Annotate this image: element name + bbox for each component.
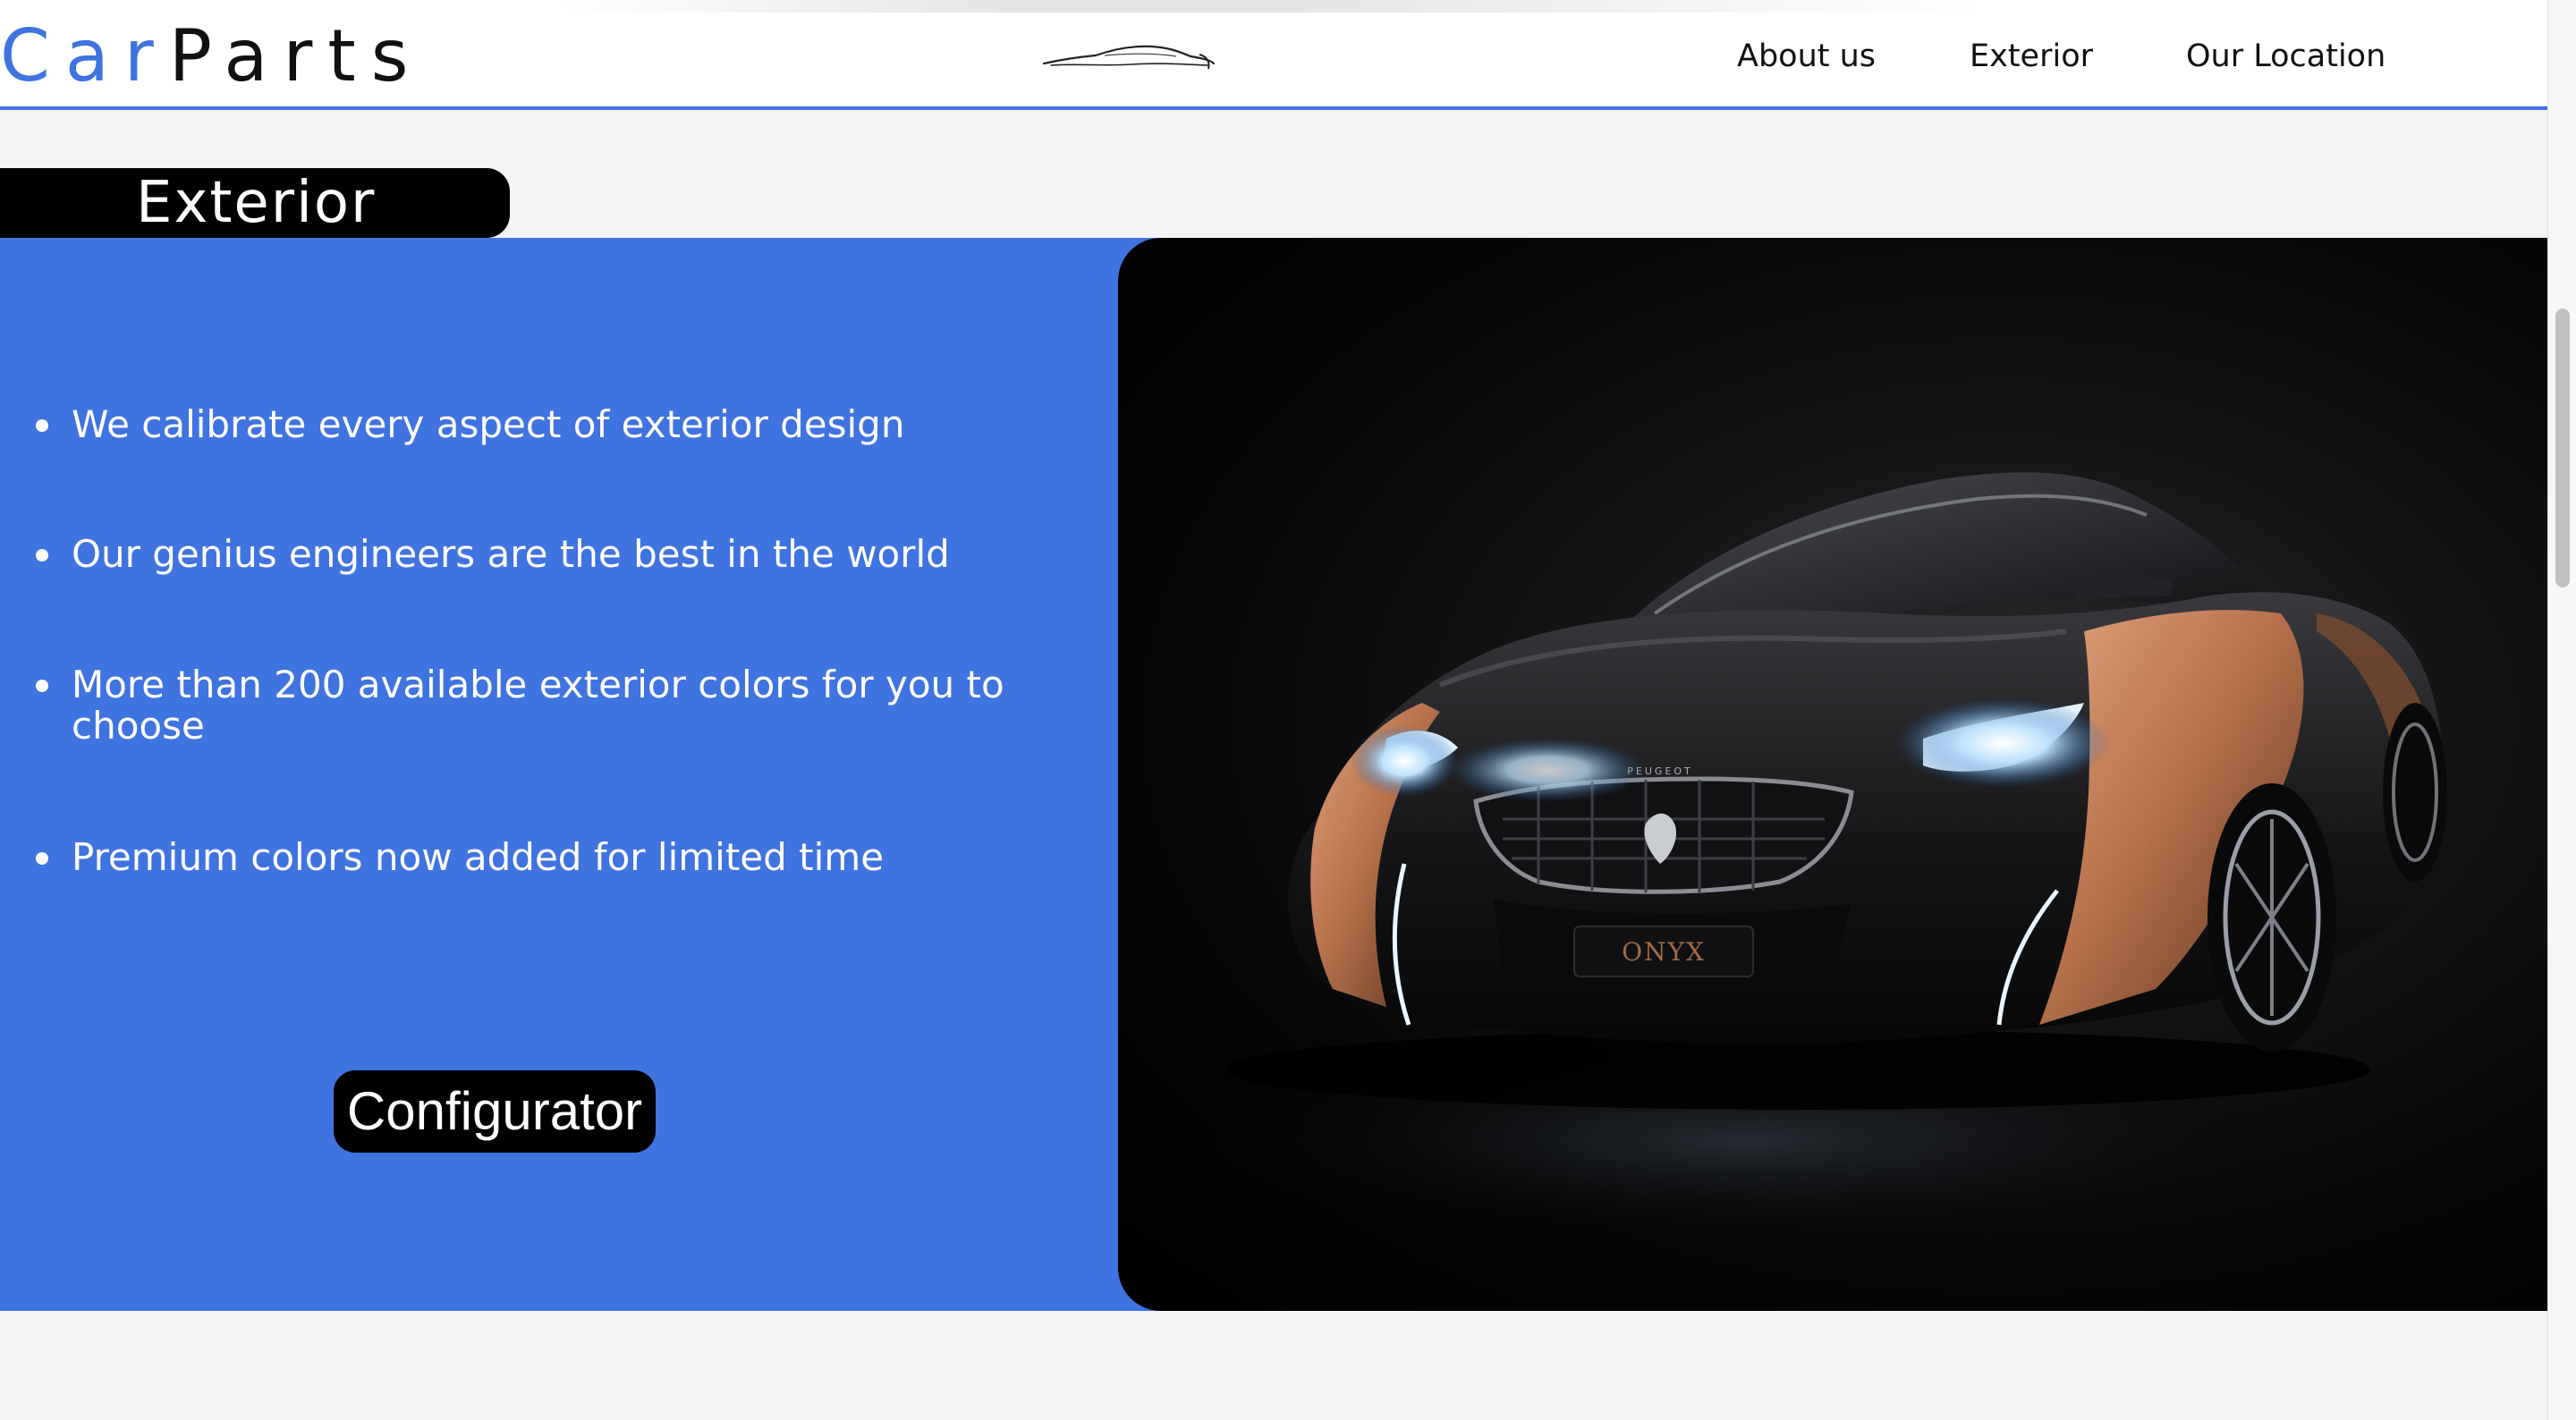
nav-link-about-us[interactable]: About us	[1737, 34, 1876, 79]
section-heading-tab: Exterior	[0, 168, 510, 238]
bullet-icon	[36, 852, 48, 865]
configurator-button[interactable]: Configurator	[334, 1070, 656, 1153]
bullet-icon	[36, 549, 48, 562]
feature-list-item: We calibrate every aspect of exterior de…	[36, 404, 1091, 445]
feature-text: More than 200 available exterior colors …	[72, 663, 1004, 748]
page: CarParts About us Exterior Our Location …	[0, 0, 2576, 1420]
bullet-icon	[36, 680, 48, 692]
feature-text: We calibrate every aspect of exterior de…	[72, 402, 905, 446]
plate-text: ONYX	[1622, 937, 1706, 967]
page-scrollbar[interactable]	[2547, 0, 2576, 1420]
feature-list-item: Our genius engineers are the best in the…	[36, 534, 1091, 575]
site-header: CarParts About us Exterior Our Location	[0, 0, 2547, 110]
section-title: Exterior	[136, 170, 377, 236]
scrollbar-thumb[interactable]	[2555, 309, 2570, 587]
feature-text: Our genius engineers are the best in the…	[72, 532, 950, 576]
nav-link-exterior[interactable]: Exterior	[1970, 34, 2093, 79]
header-top-shadow	[0, 0, 2547, 13]
car-photo: PEUGEOT ONYX	[1118, 238, 2547, 1311]
bullet-icon	[36, 419, 48, 432]
feature-text: Premium colors now added for limited tim…	[72, 835, 885, 879]
exterior-content-band: We calibrate every aspect of exterior de…	[0, 238, 2547, 1311]
feature-list-item: More than 200 available exterior colors …	[36, 664, 1091, 747]
car-illustration: PEUGEOT ONYX	[1163, 472, 2447, 1248]
feature-list-item: Premium colors now added for limited tim…	[36, 837, 1091, 878]
main-nav: About us Exterior Our Location	[0, 34, 2547, 79]
nav-link-our-location[interactable]: Our Location	[2186, 34, 2385, 79]
